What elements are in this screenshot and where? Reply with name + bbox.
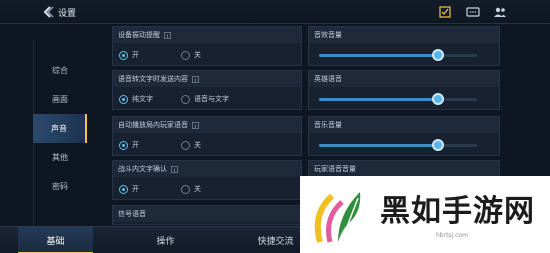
vibration-on-radio[interactable]: 开 bbox=[119, 50, 181, 60]
sidebar-item-general[interactable]: 综合 bbox=[33, 56, 87, 85]
sidebar-item-sound[interactable]: 声音 bbox=[33, 114, 87, 143]
sidebar-item-label: 综合 bbox=[52, 66, 68, 75]
option-label: 语音与文字 bbox=[194, 95, 229, 103]
panel-title: 音效音量 bbox=[314, 31, 342, 39]
option-label: 关 bbox=[194, 185, 201, 193]
tab-label: 操作 bbox=[156, 237, 175, 247]
task-list-icon[interactable] bbox=[438, 5, 452, 19]
panel-title: 音乐音量 bbox=[314, 121, 342, 129]
info-icon[interactable] bbox=[164, 31, 171, 39]
panel-title: 英雄语音 bbox=[314, 75, 342, 83]
option-label: 关 bbox=[194, 141, 201, 149]
sidebar-item-graphics[interactable]: 画面 bbox=[33, 85, 87, 114]
vibration-panel: 设备振动提醒 开 关 bbox=[112, 26, 302, 66]
sidebar-item-label: 其他 bbox=[52, 153, 68, 162]
panel-title: 信号语音 bbox=[118, 210, 146, 218]
radio-unselected-icon bbox=[181, 94, 190, 104]
hero-voice-panel: 英雄语音 bbox=[308, 70, 500, 110]
friends-icon[interactable] bbox=[493, 5, 507, 19]
music-volume-panel: 音乐音量 bbox=[308, 116, 500, 156]
option-label: 关 bbox=[194, 51, 201, 59]
slider-thumb[interactable] bbox=[431, 49, 444, 61]
info-icon[interactable] bbox=[171, 165, 178, 173]
option-label: 纯文字 bbox=[132, 95, 153, 103]
auto-play-on-radio[interactable]: 开 bbox=[119, 140, 181, 150]
back-button[interactable]: 设置 bbox=[40, 3, 80, 21]
panel-title: 玩家语音音量 bbox=[314, 165, 356, 173]
music-volume-slider[interactable] bbox=[319, 139, 477, 151]
sidebar-item-label: 声音 bbox=[51, 124, 67, 133]
watermark-url: hbrtsj.com bbox=[436, 232, 468, 239]
page-title: 设置 bbox=[58, 8, 77, 19]
watermark: 黑如手游网 hbrtsj.com bbox=[300, 176, 550, 253]
radio-unselected-icon bbox=[181, 50, 190, 60]
slider-fill bbox=[319, 144, 438, 147]
voice-to-text-panel: 语音转文字时发送内容 纯文字 语音与文字 bbox=[112, 70, 302, 110]
sidebar-item-label: 密码 bbox=[52, 182, 68, 191]
text-only-radio[interactable]: 纯文字 bbox=[119, 94, 181, 104]
sidebar-item-password[interactable]: 密码 bbox=[33, 172, 87, 201]
vibration-off-radio[interactable]: 关 bbox=[181, 50, 201, 60]
sidebar: 综合 画面 声音 其他 密码 bbox=[33, 56, 87, 201]
battle-text-confirm-panel: 战斗内文字确认 开 关 bbox=[112, 160, 302, 200]
option-label: 开 bbox=[132, 185, 139, 193]
radio-unselected-icon bbox=[181, 140, 190, 150]
auto-play-off-radio[interactable]: 关 bbox=[181, 140, 201, 150]
info-icon[interactable] bbox=[192, 75, 199, 83]
tab-label: 快捷交流 bbox=[257, 237, 294, 247]
back-arrow-icon bbox=[43, 6, 54, 18]
panel-title: 语音转文字时发送内容 bbox=[118, 75, 188, 83]
radio-unselected-icon bbox=[181, 184, 190, 194]
auto-play-voice-panel: 自动播放局内玩家语音 开 关 bbox=[112, 116, 302, 156]
radio-selected-icon bbox=[119, 184, 128, 194]
sidebar-item-other[interactable]: 其他 bbox=[33, 143, 87, 172]
watermark-logo-icon bbox=[314, 192, 361, 243]
slider-fill bbox=[319, 98, 438, 101]
sidebar-item-label: 画面 bbox=[52, 95, 68, 104]
signal-voice-panel: 信号语音 bbox=[112, 205, 302, 225]
slider-fill bbox=[319, 54, 438, 57]
panel-title: 设备振动提醒 bbox=[118, 31, 160, 39]
radio-selected-icon bbox=[119, 94, 128, 104]
tab-label: 基础 bbox=[46, 237, 65, 247]
watermark-text: 黑如手游网 bbox=[380, 194, 535, 229]
tab-controls[interactable]: 操作 bbox=[128, 227, 203, 253]
option-label: 开 bbox=[132, 141, 139, 149]
sfx-volume-slider[interactable] bbox=[319, 49, 477, 61]
slider-thumb[interactable] bbox=[431, 93, 444, 105]
option-label: 开 bbox=[132, 51, 139, 59]
hero-voice-slider[interactable] bbox=[319, 93, 477, 105]
panel-title: 战斗内文字确认 bbox=[118, 165, 167, 173]
slider-thumb[interactable] bbox=[431, 139, 444, 151]
sfx-volume-panel: 音效音量 bbox=[308, 26, 500, 66]
top-bar: 设置 bbox=[0, 0, 550, 24]
info-icon[interactable] bbox=[192, 121, 199, 129]
radio-selected-icon bbox=[119, 140, 128, 150]
voice-and-text-radio[interactable]: 语音与文字 bbox=[181, 94, 229, 104]
chat-icon[interactable] bbox=[466, 5, 480, 19]
battle-confirm-off-radio[interactable]: 关 bbox=[181, 184, 201, 194]
panel-title: 自动播放局内玩家语音 bbox=[118, 121, 188, 129]
tab-basic[interactable]: 基础 bbox=[18, 227, 93, 253]
battle-confirm-on-radio[interactable]: 开 bbox=[119, 184, 181, 194]
radio-selected-icon bbox=[119, 50, 128, 60]
